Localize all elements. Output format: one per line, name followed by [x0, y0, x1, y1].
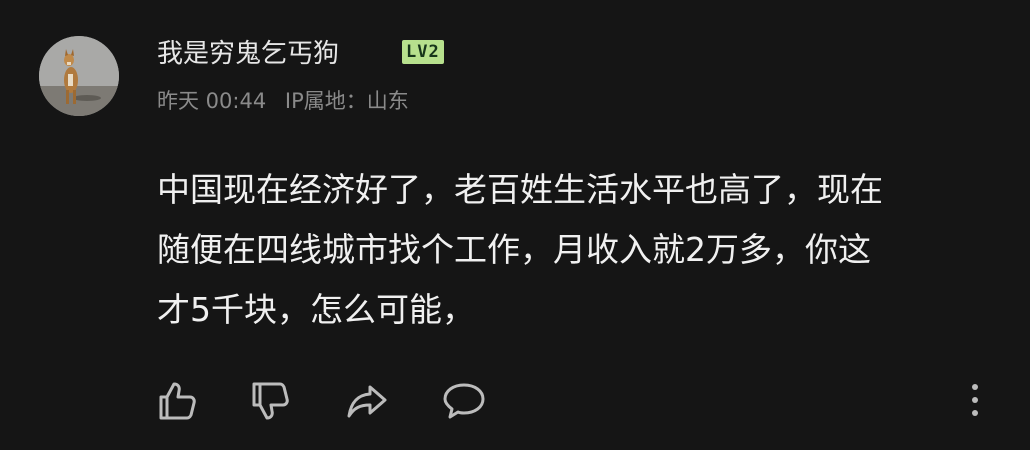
- share-icon: [347, 385, 387, 418]
- reply-icon: [443, 383, 485, 419]
- username[interactable]: 我是穷鬼乞丐狗: [157, 36, 339, 72]
- thumbs-up-icon: [159, 382, 196, 420]
- like-button[interactable]: [155, 378, 201, 424]
- more-vertical-icon: [972, 384, 978, 416]
- dislike-button[interactable]: [248, 378, 294, 424]
- comment-actions: [0, 378, 1030, 424]
- comment-text-line: 中国现在经济好了，老百姓生活水平也高了，现在: [157, 170, 883, 209]
- comment-text: 中国现在经济好了，老百姓生活水平也高了，现在 随便在四线城市找个工作，月收入就2…: [157, 160, 1007, 340]
- comment-card: 我是穷鬼乞丐狗 LV2 昨天 00:44 IP属地：山东 中国现在经济好了，老百…: [0, 0, 1030, 450]
- more-options-button[interactable]: [960, 378, 990, 424]
- ip-location: IP属地：山东: [284, 89, 409, 113]
- dog-avatar-icon: [39, 36, 119, 116]
- avatar[interactable]: [39, 36, 119, 116]
- share-button[interactable]: [344, 378, 390, 424]
- reply-button[interactable]: [441, 378, 487, 424]
- thumbs-down-icon: [252, 382, 289, 420]
- comment-text-line: 随便在四线城市找个工作，月收入就2万多，你这: [157, 230, 871, 269]
- level-badge: LV2: [402, 40, 444, 64]
- comment-time: 昨天 00:44: [157, 89, 267, 113]
- comment-meta: 昨天 00:44 IP属地：山东: [157, 86, 409, 116]
- comment-text-line: 才5千块，怎么可能，: [157, 290, 475, 329]
